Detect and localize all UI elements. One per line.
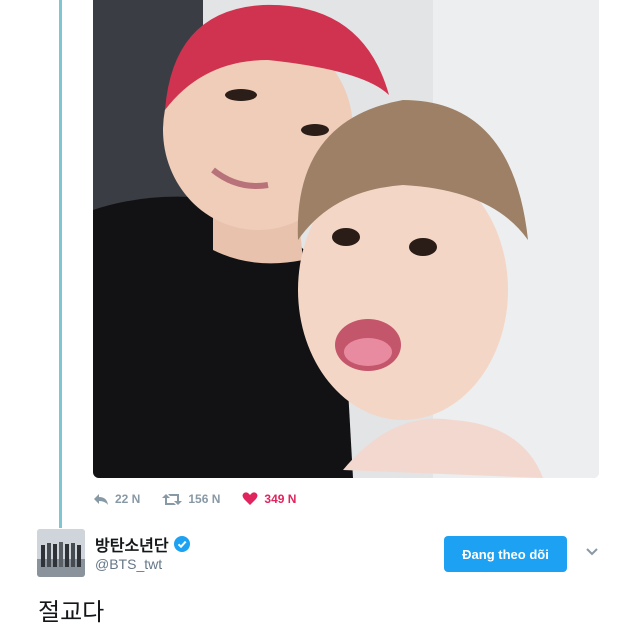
photo-illustration [93, 0, 599, 478]
reply-icon [94, 493, 108, 505]
reply-button[interactable]: 22 N [93, 492, 140, 506]
author-handle[interactable]: @BTS_twt [95, 556, 162, 572]
author-display-name[interactable]: 방탄소년단 [95, 532, 169, 556]
retweet-icon [162, 493, 183, 505]
like-button[interactable]: 349 N [242, 492, 296, 506]
tweet-text: 절교다 [38, 598, 105, 626]
chevron-down-icon[interactable] [585, 545, 599, 559]
tweet-action-bar: 22 N 156 N 349 N [93, 489, 318, 509]
following-button[interactable]: Đang theo dõi [444, 536, 567, 572]
group-photo-avatar-icon [37, 529, 85, 577]
like-count: 349 N [264, 492, 297, 506]
avatar[interactable] [37, 529, 85, 577]
heart-icon [242, 492, 258, 505]
verified-badge-icon [173, 536, 190, 552]
retweet-button[interactable]: 156 N [162, 492, 220, 506]
author-name-row[interactable]: 방탄소년단 [95, 532, 190, 556]
tweet-author-header: 방탄소년단 @BTS_twt Đang theo dõi [37, 529, 599, 581]
reply-count: 22 N [115, 492, 141, 506]
thread-connector-line [59, 0, 62, 528]
retweet-count: 156 N [188, 492, 221, 506]
tweet-photo[interactable] [93, 0, 599, 478]
